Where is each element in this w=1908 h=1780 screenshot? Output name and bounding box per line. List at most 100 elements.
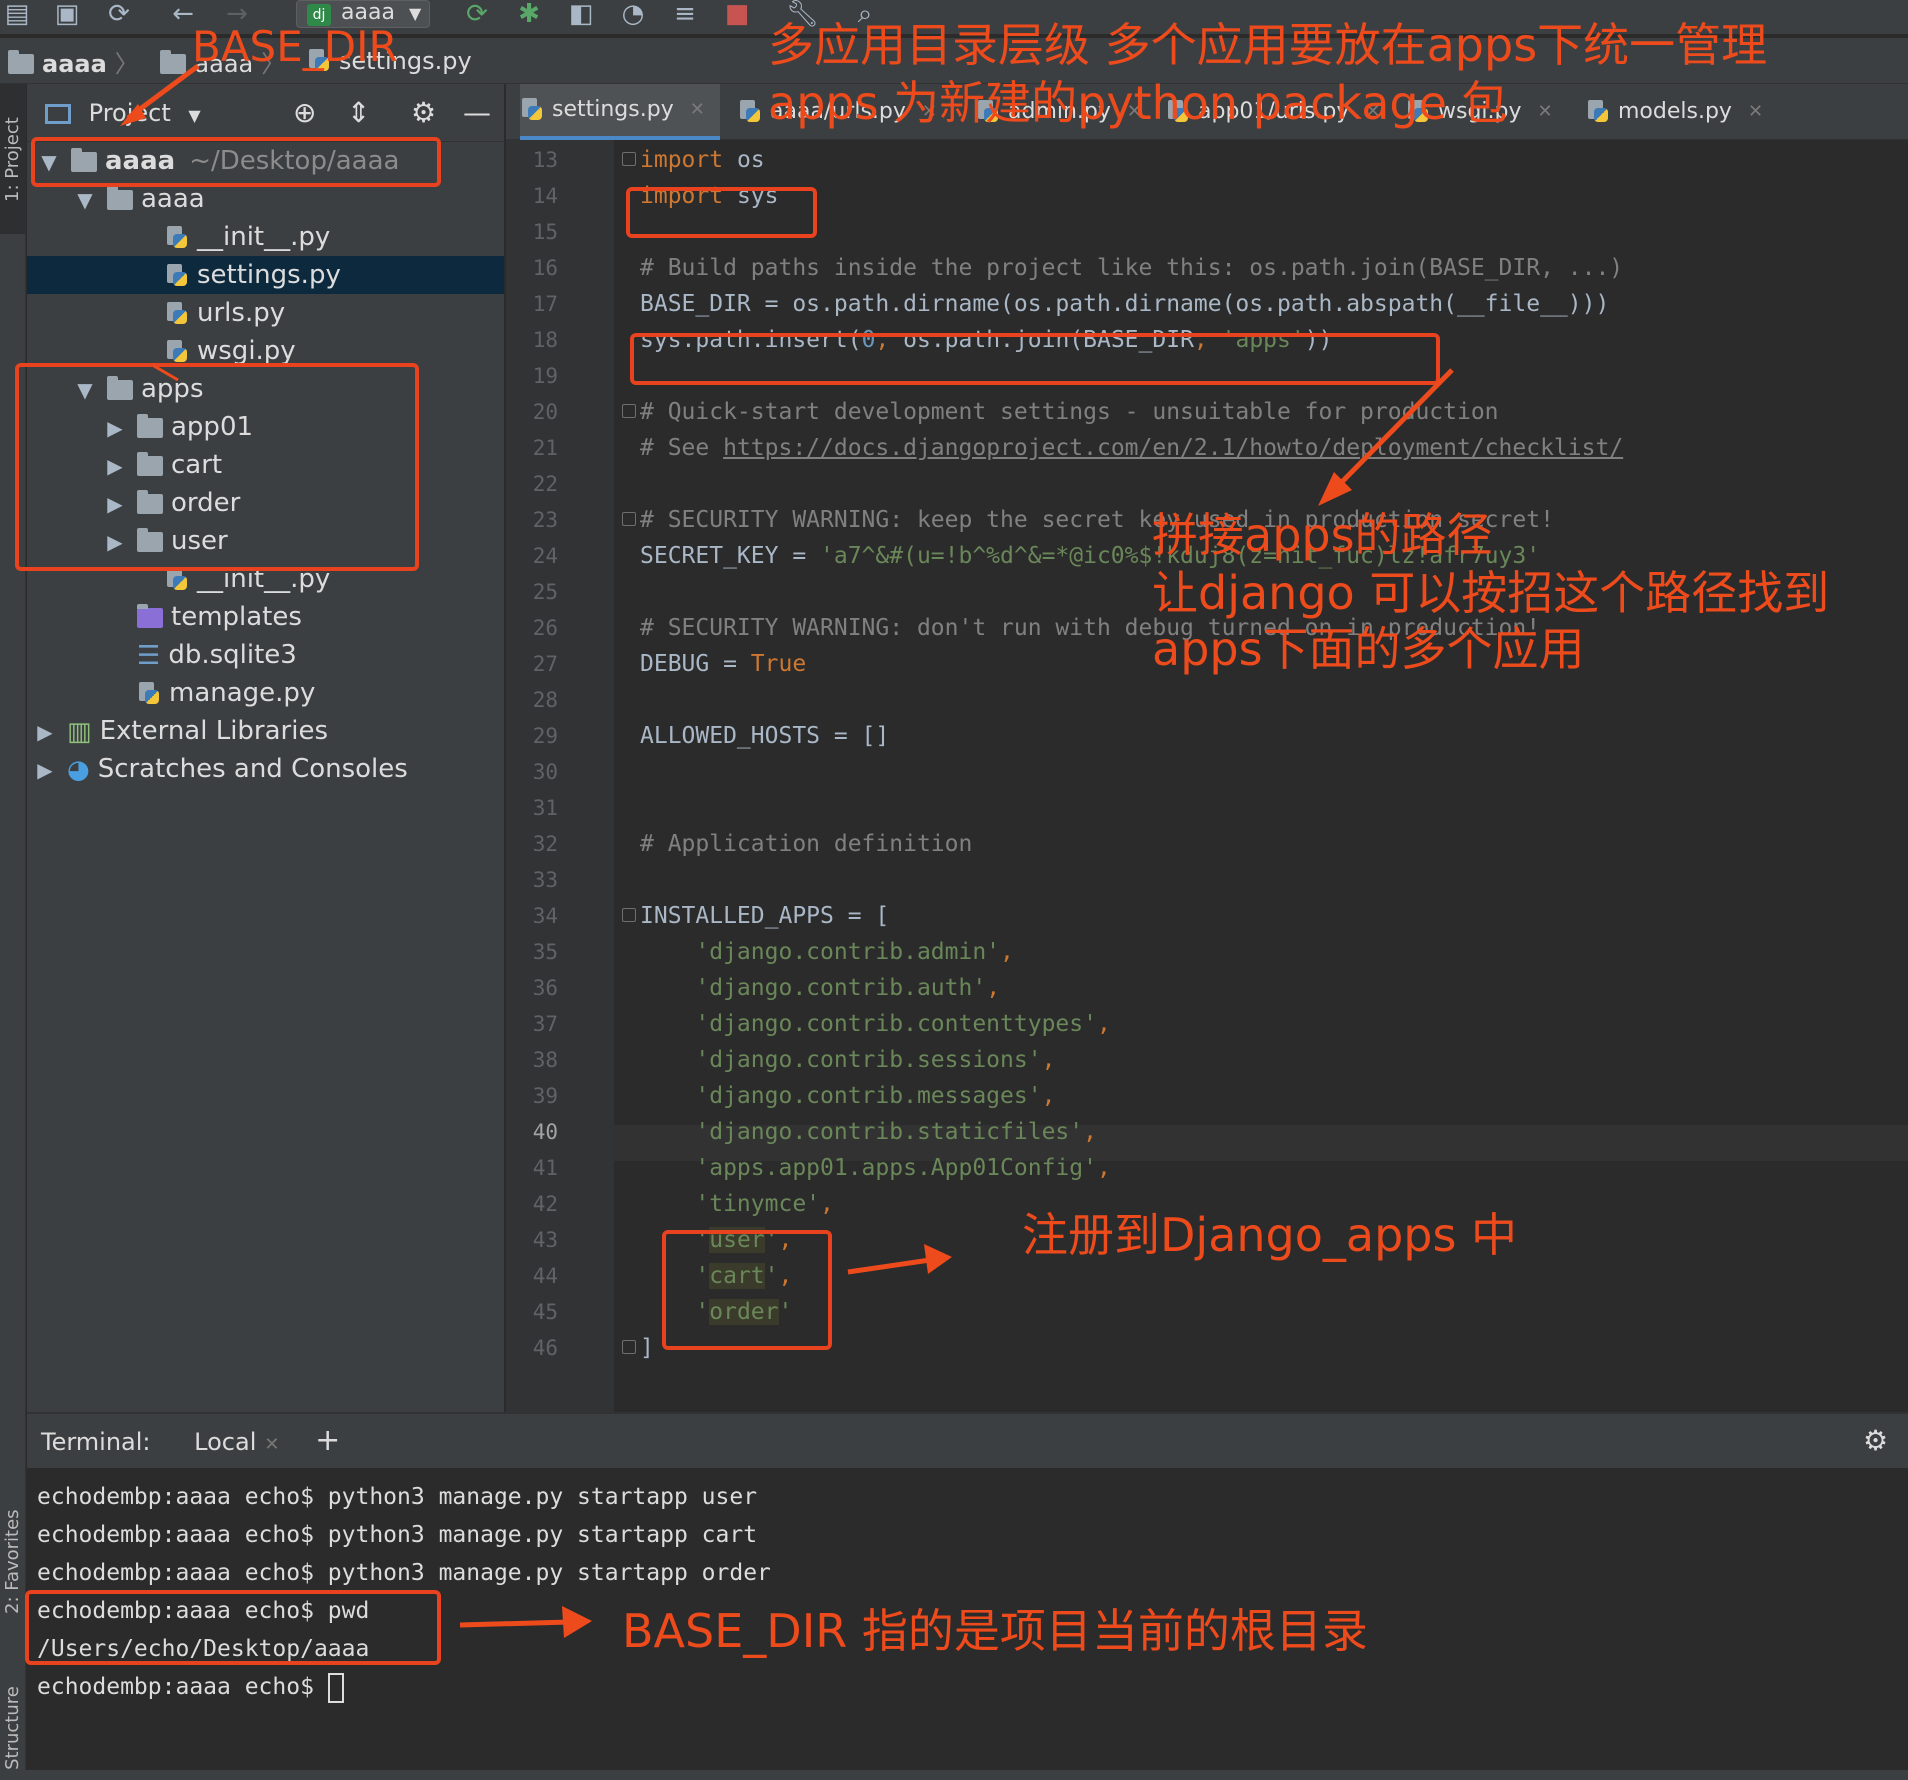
code-line: INSTALLED_APPS = [ (640, 898, 889, 934)
tree-item[interactable]: settings.py (27, 256, 504, 294)
line-number: 36 (506, 970, 558, 1006)
code-line: ] (640, 1330, 654, 1366)
tree-item-label: settings.py (197, 260, 341, 290)
python-file-icon (165, 263, 189, 289)
tree-item-label: urls.py (197, 298, 285, 328)
line-number: 44 (506, 1258, 558, 1294)
sync-icon[interactable]: ⟳ (104, 0, 134, 30)
line-number: 35 (506, 934, 558, 970)
line-number: 14 (506, 178, 558, 214)
close-icon[interactable]: ✕ (1538, 84, 1553, 140)
collapsed-arrow-icon[interactable]: ▶ (33, 713, 57, 751)
line-number: 31 (506, 790, 558, 826)
annotation-base-dir-note: BASE_DIR 指的是项目当前的根目录 (622, 1604, 1368, 1658)
open-folder-icon[interactable]: ▤ (2, 0, 32, 30)
chevron-down-icon: ▼ (409, 4, 421, 23)
hide-panel-icon[interactable]: — (463, 84, 491, 142)
locate-icon[interactable]: ⊕ (293, 84, 316, 142)
tree-item[interactable]: ▶ ◕ Scratches and Consoles (27, 750, 504, 788)
editor-tab-label: models.py (1618, 84, 1732, 140)
project-tool-button[interactable]: 1: Project (0, 84, 26, 234)
tree-item-label: wsgi.py (197, 336, 296, 366)
gear-icon[interactable]: ⚙ (1863, 1414, 1888, 1468)
python-file-icon (738, 99, 762, 125)
annotation-box-sys-path-insert (630, 333, 1440, 385)
fold-marker-icon[interactable] (622, 512, 636, 526)
gear-icon[interactable]: ⚙ (411, 84, 436, 142)
annotation-box-import-sys (626, 187, 817, 238)
fold-marker-icon[interactable] (622, 152, 636, 166)
project-view-selector[interactable]: Project (89, 99, 171, 127)
terminal-label: Terminal: (41, 1428, 151, 1456)
templates-folder-icon (137, 608, 163, 628)
folder-icon (160, 54, 186, 74)
line-number: 45 (506, 1294, 558, 1330)
code-line: # Build paths inside the project like th… (640, 250, 1623, 286)
terminal-header: Terminal: Local✕ + ⚙ (27, 1414, 1908, 1468)
line-number: 18 (506, 322, 558, 358)
tree-item[interactable]: __init__.py (27, 218, 504, 256)
debug-icon[interactable]: ✱ (514, 0, 544, 30)
stop-icon[interactable]: ■ (722, 0, 752, 30)
tree-item-label: templates (171, 602, 302, 632)
tree-item[interactable]: urls.py (27, 294, 504, 332)
project-panel-header: Project ▼ ⊕ ⇕ ⚙ — (27, 84, 504, 142)
database-icon: ☰ (137, 637, 160, 675)
python-file-icon (165, 225, 189, 251)
chevron-down-icon[interactable]: ▼ (188, 106, 200, 125)
fold-marker-icon[interactable] (622, 1340, 636, 1354)
line-number: 42 (506, 1186, 558, 1222)
code-line: 'django.contrib.messages', (640, 1078, 1055, 1114)
terminal-line: echodembp:aaaa echo$ python3 manage.py s… (37, 1554, 771, 1592)
code-line: DEBUG = True (640, 646, 806, 682)
line-number: 26 (506, 610, 558, 646)
tree-item-label: manage.py (169, 678, 315, 708)
editor-tab[interactable]: models.py ✕ (1586, 84, 1786, 140)
terminal-tab-local[interactable]: Local✕ (194, 1428, 279, 1456)
fold-marker-icon[interactable] (622, 908, 636, 922)
python-file-icon (165, 339, 189, 365)
folder-icon (107, 190, 133, 210)
tree-item[interactable]: ▶▥External Libraries (27, 712, 504, 750)
structure-tool-button[interactable]: Z: Structure (2, 1686, 23, 1780)
scratches-icon: ◕ (67, 751, 90, 789)
python-file-icon (137, 681, 161, 707)
tree-item-label: Scratches and Consoles (98, 754, 408, 784)
code-line: # Quick-start development settings - uns… (640, 394, 1499, 430)
project-view-icon (45, 104, 71, 124)
terminal-line: echodembp:aaaa echo$ python3 manage.py s… (37, 1516, 757, 1554)
tree-item[interactable]: manage.py (27, 674, 504, 712)
code-line: 'django.contrib.admin', (640, 934, 1014, 970)
annotation-top-note-2: apps 为新建的python package 包 (768, 76, 1508, 130)
new-terminal-plus-icon[interactable]: + (315, 1423, 340, 1458)
annotation-box-pwd (25, 1590, 441, 1665)
code-line: 'django.contrib.auth', (640, 970, 1000, 1006)
rerun-icon[interactable]: ⟳ (462, 0, 492, 30)
profile-icon[interactable]: ◔ (618, 0, 648, 30)
run-tasks-icon[interactable]: ≡ (670, 0, 700, 30)
tree-item[interactable]: ☰ db.sqlite3 (27, 636, 504, 674)
tree-item-label: __init__.py (197, 222, 330, 252)
line-number-gutter: 1314151617181920212223242526272829303132… (506, 140, 614, 1412)
coverage-icon[interactable]: ◧ (566, 0, 596, 30)
favorites-tool-button[interactable]: 2: Favorites (2, 1509, 23, 1614)
line-number: 39 (506, 1078, 558, 1114)
annotation-top-note-1: 多应用目录层级 多个应用要放在apps下统一管理 (768, 18, 1767, 72)
collapsed-arrow-icon[interactable]: ▶ (33, 751, 57, 789)
close-icon[interactable]: ✕ (1748, 84, 1763, 140)
line-number: 41 (506, 1150, 558, 1186)
collapse-all-icon[interactable]: ⇕ (347, 84, 370, 142)
close-icon[interactable]: ✕ (264, 1434, 279, 1455)
line-number: 43 (506, 1222, 558, 1258)
save-icon[interactable]: ▣ (52, 0, 82, 30)
line-number: 40 (506, 1114, 558, 1150)
tree-item-label: db.sqlite3 (168, 640, 297, 670)
tree-item[interactable]: templates (27, 598, 504, 636)
fold-marker-icon[interactable] (622, 404, 636, 418)
code-line: 'django.contrib.contenttypes', (640, 1006, 1111, 1042)
breadcrumb-item-project[interactable]: aaaa〉 (8, 41, 139, 87)
breadcrumb-separator: 〉 (115, 41, 139, 87)
editor-tab[interactable]: settings.py✕ (520, 84, 720, 140)
close-icon[interactable]: ✕ (690, 82, 705, 138)
line-number: 33 (506, 862, 558, 898)
